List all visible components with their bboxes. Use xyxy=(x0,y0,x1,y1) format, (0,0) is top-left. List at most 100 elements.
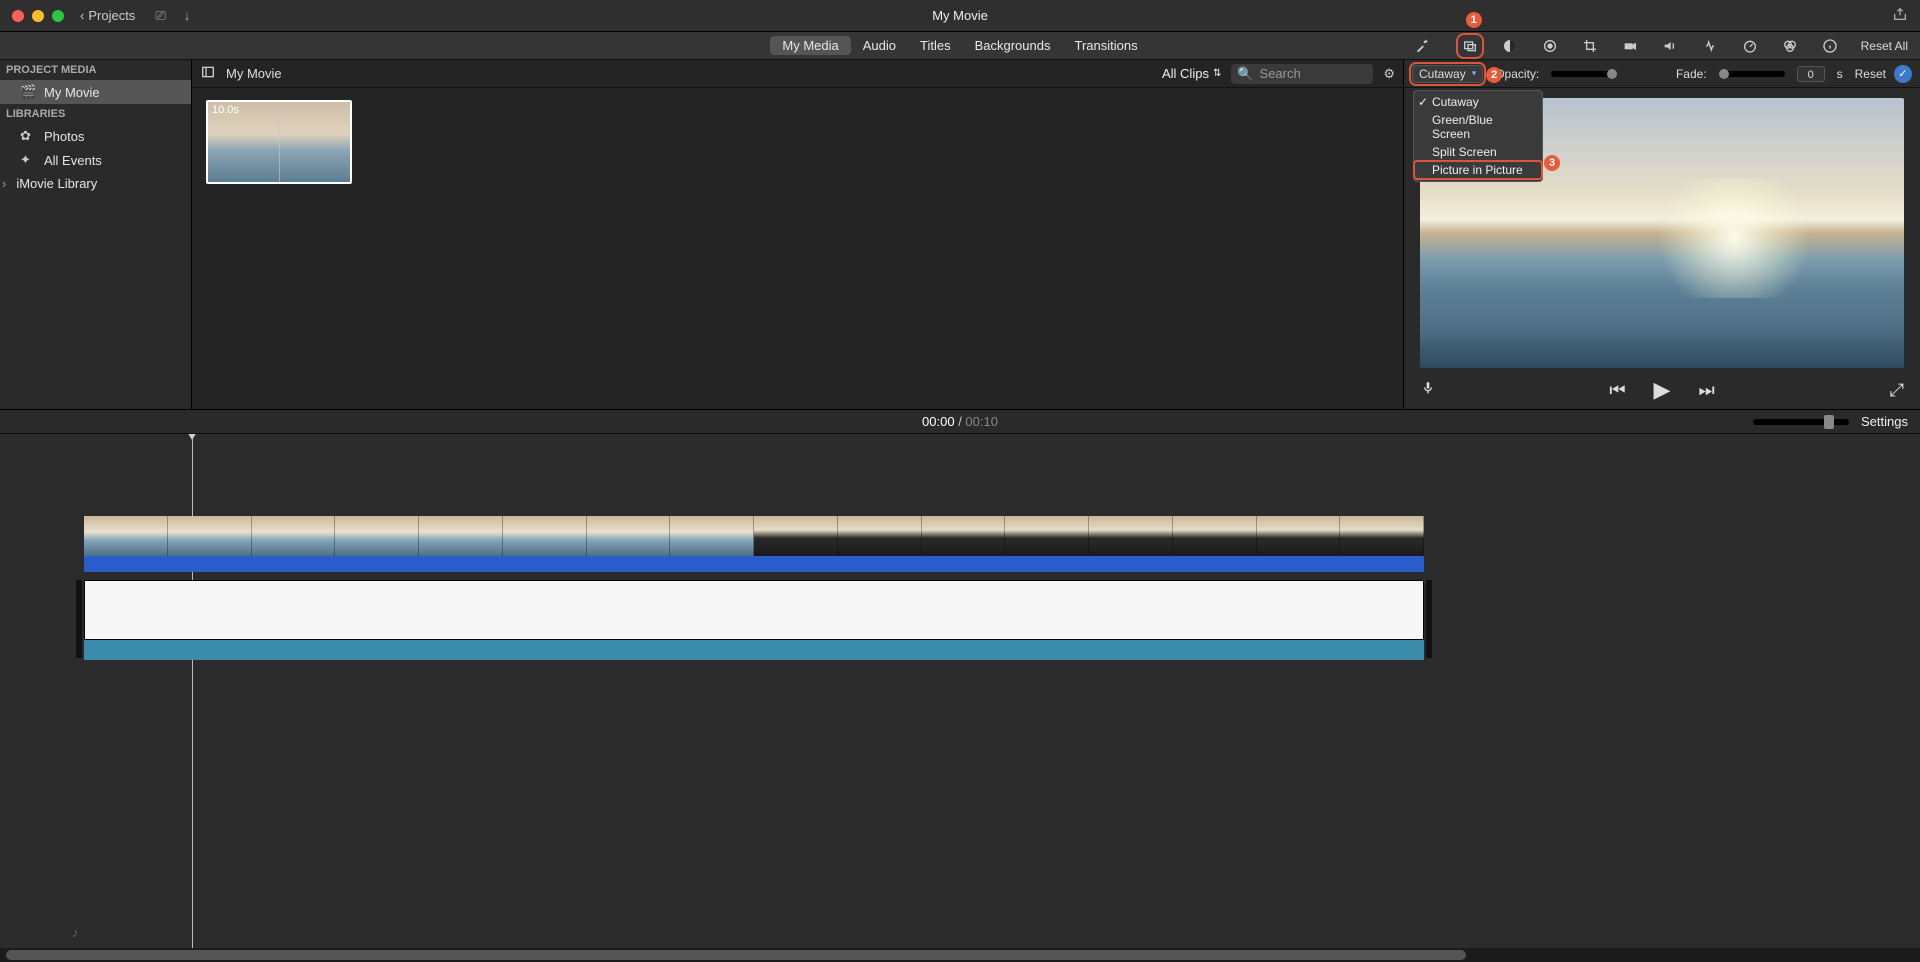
music-track-icon: ♪ xyxy=(72,925,79,940)
callout-badge-1: 1 xyxy=(1466,12,1482,28)
dropdown-item-cutaway[interactable]: Cutaway xyxy=(1414,93,1542,111)
browser-title: My Movie xyxy=(226,66,282,81)
fade-slider[interactable] xyxy=(1719,71,1785,77)
timeline-header-right: Settings xyxy=(1753,414,1908,429)
dropdown-item-green-blue[interactable]: Green/Blue Screen xyxy=(1414,111,1542,143)
overlay-type-value: Cutaway xyxy=(1419,67,1466,81)
overlay-type-select[interactable]: Cutaway ▾ 2 Cutaway Green/Blue Screen Sp… xyxy=(1412,65,1483,83)
fade-label: Fade: xyxy=(1676,67,1707,81)
playhead[interactable] xyxy=(192,434,193,948)
noise-reduction-icon[interactable] xyxy=(1701,38,1719,54)
projects-label: Projects xyxy=(88,8,135,23)
overlay-dropdown: Cutaway Green/Blue Screen Split Screen P… xyxy=(1413,90,1543,182)
sidebar-item-imovie-library[interactable]: › iMovie Library xyxy=(0,172,191,195)
volume-icon[interactable] xyxy=(1661,38,1679,54)
overlay-track-clip[interactable] xyxy=(84,516,1424,556)
timeline-header: 00:00 / 00:10 Settings xyxy=(0,410,1920,434)
settings-button[interactable]: Settings xyxy=(1861,414,1908,429)
preview-pane: Cutaway ▾ 2 Cutaway Green/Blue Screen Sp… xyxy=(1404,60,1920,409)
preview-image xyxy=(1644,178,1824,298)
magic-wand-icon[interactable] xyxy=(1413,38,1431,54)
main-clip-start-handle[interactable] xyxy=(76,580,82,658)
play-icon[interactable]: ▶ xyxy=(1654,377,1671,403)
dropdown-item-split[interactable]: Split Screen xyxy=(1414,143,1542,161)
browser-toolbar: My Movie All Clips ⇅ 🔍 Search ⚙ xyxy=(192,60,1403,88)
chevron-right-icon: › xyxy=(2,176,6,191)
sidebar-toggle-icon[interactable] xyxy=(200,64,216,83)
search-icon: 🔍 xyxy=(1237,66,1253,82)
color-wheel-icon[interactable] xyxy=(1541,38,1559,54)
skip-back-icon[interactable]: ⏮ xyxy=(1609,380,1625,401)
color-balance-icon[interactable] xyxy=(1501,38,1519,54)
sidebar: PROJECT MEDIA 🎬 My Movie LIBRARIES ✿ Pho… xyxy=(0,60,192,409)
sidebar-item-label: Photos xyxy=(44,129,84,144)
expand-icon[interactable]: ⤢ xyxy=(1890,380,1904,401)
upper-area: PROJECT MEDIA 🎬 My Movie LIBRARIES ✿ Pho… xyxy=(0,60,1920,410)
overlay-inspector-row: Cutaway ▾ 2 Cutaway Green/Blue Screen Sp… xyxy=(1404,60,1920,88)
star-box-icon: ✦ xyxy=(20,152,34,168)
horizontal-scrollbar[interactable] xyxy=(0,948,1920,962)
updown-icon: ⇅ xyxy=(1213,68,1221,79)
sidebar-item-all-events[interactable]: ✦ All Events xyxy=(0,148,191,172)
sidebar-item-photos[interactable]: ✿ Photos xyxy=(0,124,191,148)
tab-audio[interactable]: Audio xyxy=(851,36,908,55)
sidebar-item-label: iMovie Library xyxy=(16,176,97,191)
thumb-divider xyxy=(279,102,280,182)
apply-button[interactable]: ✓ xyxy=(1894,65,1912,83)
close-window-button[interactable] xyxy=(12,10,24,22)
zoom-slider[interactable] xyxy=(1753,419,1849,425)
flower-icon: ✿ xyxy=(20,128,34,144)
fade-slider-handle[interactable] xyxy=(1719,69,1729,79)
reset-all-button[interactable]: Reset All xyxy=(1861,39,1908,53)
filter-icon[interactable] xyxy=(1781,38,1799,54)
window-controls xyxy=(12,10,64,22)
main-track-audio[interactable] xyxy=(84,640,1424,660)
import-icon[interactable]: ⎚ xyxy=(155,8,165,24)
gear-icon[interactable]: ⚙ xyxy=(1383,66,1395,82)
search-input[interactable]: 🔍 Search xyxy=(1231,64,1373,84)
media-browser: My Movie All Clips ⇅ 🔍 Search ⚙ 10.0s xyxy=(192,60,1404,409)
crop-icon[interactable] xyxy=(1581,38,1599,54)
info-icon[interactable] xyxy=(1821,38,1839,54)
all-clips-label: All Clips xyxy=(1162,66,1209,81)
opacity-slider-handle[interactable] xyxy=(1607,69,1617,79)
main-track-clip[interactable] xyxy=(84,580,1424,640)
fade-value-input[interactable]: 0 xyxy=(1797,66,1825,82)
tab-backgrounds[interactable]: Backgrounds xyxy=(963,36,1063,55)
opacity-slider[interactable] xyxy=(1551,71,1617,77)
overlay-track-audio[interactable] xyxy=(84,556,1424,572)
speed-icon[interactable] xyxy=(1741,38,1759,54)
timeline-timecode: 00:00 / 00:10 xyxy=(922,414,998,429)
clip-thumbnail[interactable]: 10.0s xyxy=(206,100,352,184)
browser-right-controls: All Clips ⇅ 🔍 Search ⚙ xyxy=(1162,64,1395,84)
back-to-projects[interactable]: ‹ Projects xyxy=(80,8,135,23)
zoom-slider-handle[interactable] xyxy=(1824,415,1834,429)
share-icon[interactable] xyxy=(1892,6,1908,25)
all-clips-selector[interactable]: All Clips ⇅ xyxy=(1162,66,1221,81)
libraries-header: LIBRARIES xyxy=(0,104,191,124)
chevron-left-icon: ‹ xyxy=(80,8,84,23)
reset-button[interactable]: Reset xyxy=(1855,67,1886,81)
timeline[interactable]: ♪ xyxy=(0,434,1920,962)
minimize-window-button[interactable] xyxy=(32,10,44,22)
download-icon[interactable]: ↓ xyxy=(184,8,191,24)
stabilize-icon[interactable] xyxy=(1621,38,1639,54)
top-tabs: My Media Audio Titles Backgrounds Transi… xyxy=(0,32,1920,60)
tab-titles[interactable]: Titles xyxy=(908,36,963,55)
skip-forward-icon[interactable]: ⏭ xyxy=(1698,380,1714,401)
dropdown-item-pip[interactable]: Picture in Picture xyxy=(1414,161,1542,179)
main-clip-end-handle[interactable] xyxy=(1426,580,1432,658)
dropdown-arrow-icon: ▾ xyxy=(1472,68,1477,79)
microphone-icon[interactable] xyxy=(1420,380,1436,401)
fullscreen-window-button[interactable] xyxy=(52,10,64,22)
tab-transitions[interactable]: Transitions xyxy=(1062,36,1149,55)
video-overlay-icon[interactable]: 1 xyxy=(1461,38,1479,54)
tab-my-media[interactable]: My Media xyxy=(770,36,850,55)
sidebar-item-label: All Events xyxy=(44,153,102,168)
title-bar-tools: ⎚ ↓ xyxy=(155,8,190,24)
timecode-total: 00:10 xyxy=(965,414,998,429)
scrollbar-thumb[interactable] xyxy=(6,950,1466,960)
search-placeholder: Search xyxy=(1260,66,1301,81)
window-title: My Movie xyxy=(932,8,988,23)
sidebar-item-my-movie[interactable]: 🎬 My Movie xyxy=(0,80,191,104)
